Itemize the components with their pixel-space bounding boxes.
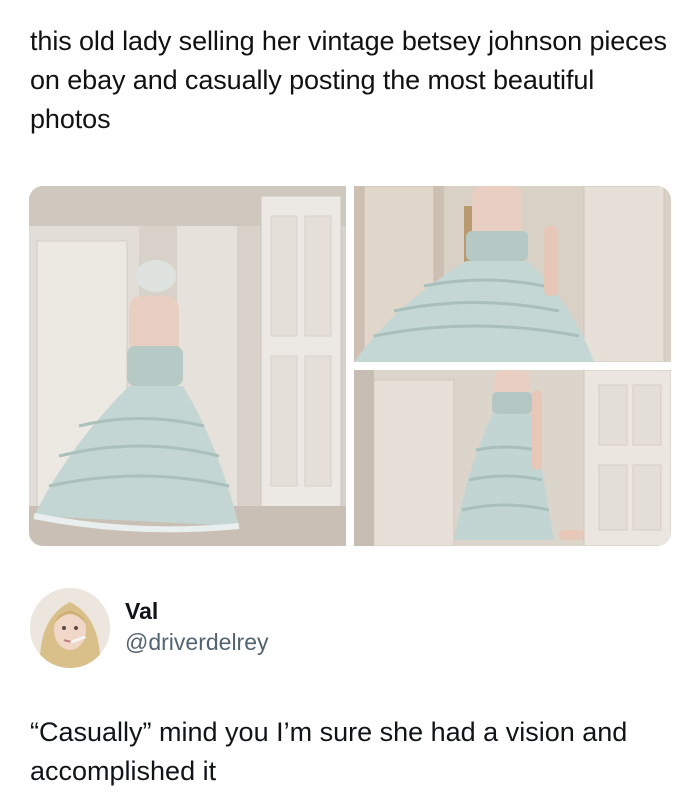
avatar[interactable]	[30, 588, 110, 668]
photo-dress-skirt-image	[354, 186, 671, 362]
photo-dress-side-image	[354, 370, 671, 546]
photo-grid	[29, 186, 671, 546]
author-display-name[interactable]: Val	[125, 598, 158, 625]
post-caption: this old lady selling her vintage betsey…	[30, 26, 667, 134]
photo-dress-side[interactable]	[354, 370, 671, 546]
author-handle[interactable]: @driverdelrey	[125, 629, 269, 656]
photo-dress-back-image	[29, 186, 346, 546]
reply-author: Val @driverdelrey	[30, 588, 670, 668]
photo-dress-skirt[interactable]	[354, 186, 671, 362]
avatar-image	[30, 588, 110, 668]
reply-text: “Casually” mind you I’m sure she had a v…	[30, 717, 628, 786]
photo-dress-back[interactable]	[29, 186, 346, 546]
